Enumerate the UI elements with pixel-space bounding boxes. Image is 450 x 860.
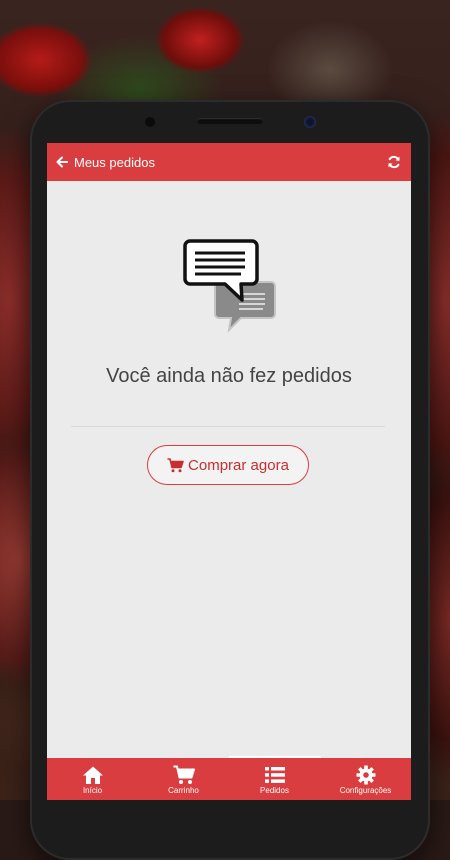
- proximity-sensor: [145, 117, 155, 127]
- earpiece-speaker: [197, 118, 263, 124]
- nav-label-home: Início: [82, 786, 103, 795]
- arrow-left-icon[interactable]: [55, 155, 69, 169]
- cart-icon: [173, 765, 195, 784]
- cart-icon: [167, 457, 184, 472]
- empty-state-message: Você ainda não fez pedidos: [106, 365, 352, 387]
- app-screen: Meus pedidos Você ainda não fez pedidos: [47, 143, 411, 800]
- buy-now-button[interactable]: Comprar agora: [147, 445, 309, 485]
- nav-label-settings: Configurações: [339, 786, 392, 795]
- gear-icon: [356, 765, 375, 785]
- refresh-icon[interactable]: [387, 155, 401, 169]
- nav-item-cart[interactable]: Carrinho: [138, 758, 229, 800]
- list-icon: [264, 767, 285, 783]
- buy-now-label: Comprar agora: [188, 456, 289, 474]
- nav-item-settings[interactable]: Configurações: [320, 758, 411, 800]
- divider: [71, 426, 385, 427]
- nav-item-orders[interactable]: Pedidos: [229, 758, 320, 800]
- page-title: Meus pedidos: [74, 154, 155, 170]
- chat-bubbles-icon: [183, 239, 276, 333]
- home-icon: [82, 766, 103, 784]
- bottom-navigation: Início Carrinho Pedidos Configurações: [47, 758, 411, 800]
- front-camera: [304, 116, 316, 128]
- nav-label-cart: Carrinho: [168, 786, 199, 795]
- app-bar: Meus pedidos: [47, 143, 411, 181]
- nav-item-home[interactable]: Início: [47, 758, 138, 800]
- nav-label-orders: Pedidos: [260, 786, 289, 795]
